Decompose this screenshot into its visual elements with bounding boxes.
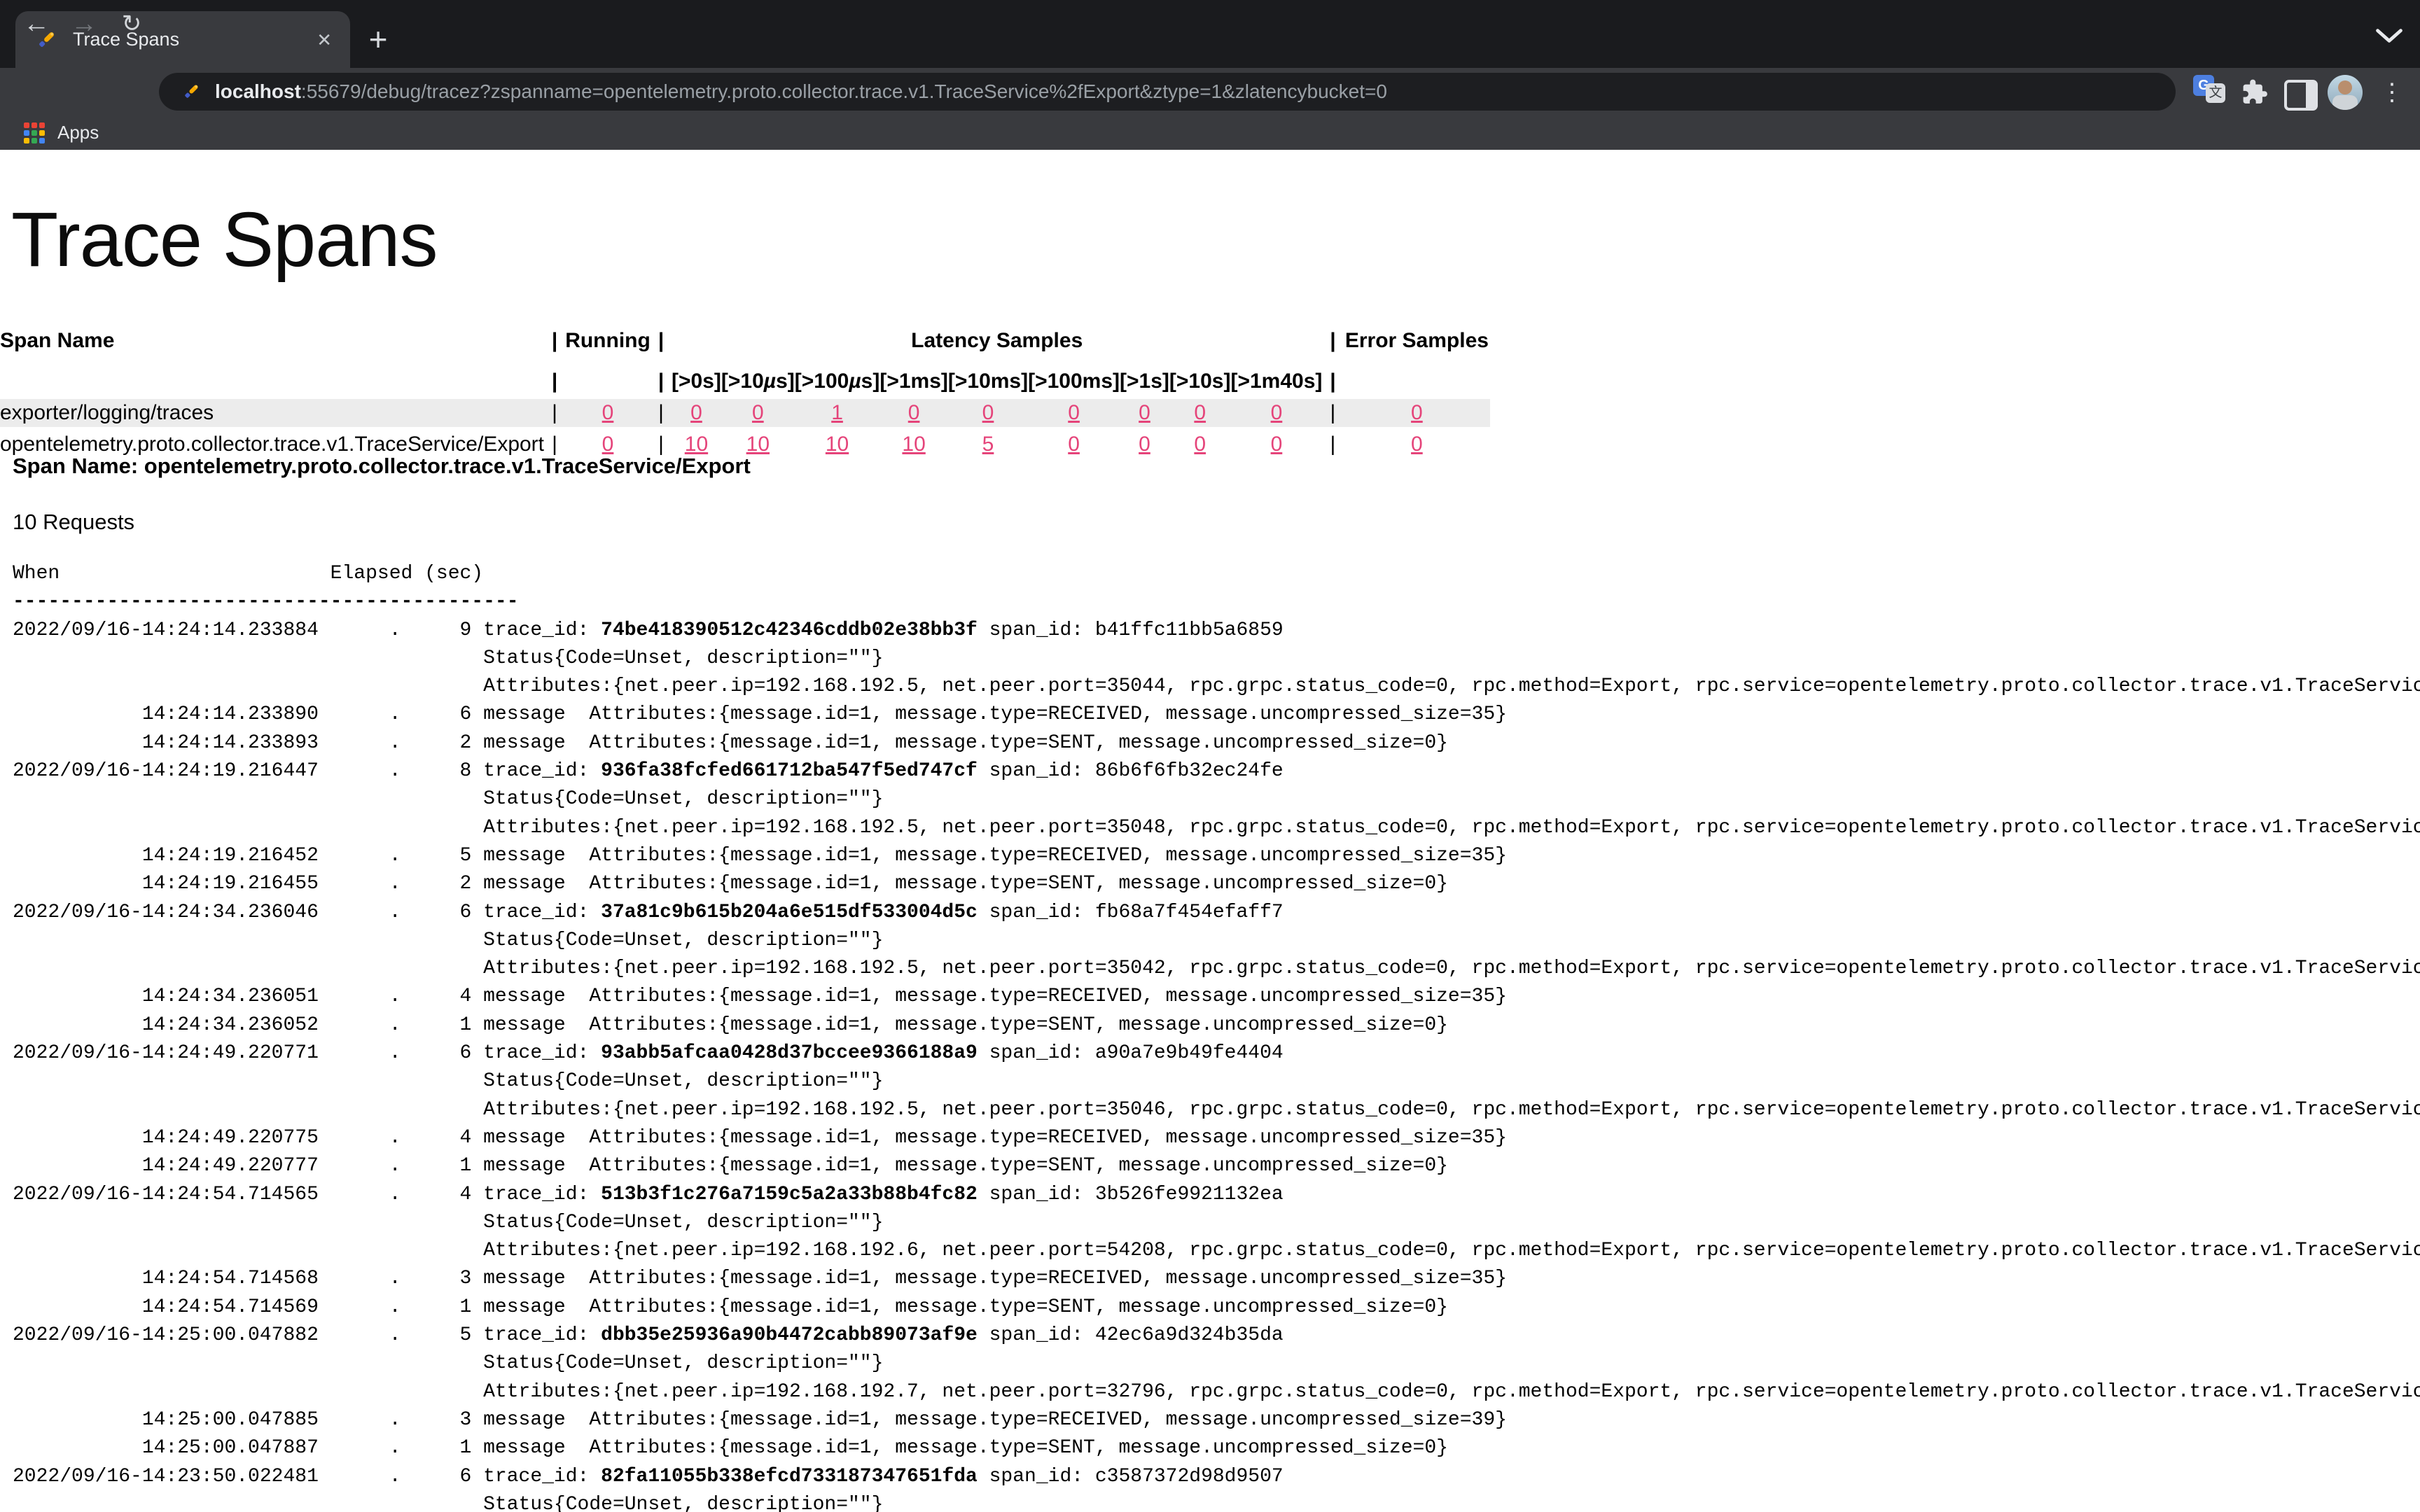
latency-bucket-label: [>1s] — [1120, 353, 1169, 399]
column-divider: | — [651, 321, 672, 353]
column-divider: | — [544, 399, 565, 427]
column-divider: | — [544, 353, 565, 399]
reload-button[interactable]: ↻ — [113, 7, 150, 41]
latency-bucket-label: [>10µs] — [721, 353, 795, 399]
latency-count-cell: 0 — [1120, 427, 1169, 462]
column-divider: | — [1322, 427, 1343, 462]
translate-icon[interactable]: G 文 — [2193, 75, 2227, 108]
translate-char-badge: 文 — [2206, 83, 2225, 103]
url-text: localhost:55679/debug/tracez?zspanname=o… — [215, 80, 1387, 103]
latency-bucket-label: [>0s] — [672, 353, 721, 399]
latency-count-link[interactable]: 10 — [902, 433, 925, 456]
column-divider: | — [651, 353, 672, 399]
latency-count-cell: 10 — [795, 427, 880, 462]
latency-count-cell: 0 — [1230, 399, 1322, 427]
latency-count-cell: 0 — [1120, 399, 1169, 427]
latency-count-cell: 0 — [1028, 399, 1120, 427]
latency-count-link[interactable]: 10 — [685, 433, 708, 456]
latency-bucket-label: [>100µs] — [795, 353, 880, 399]
tab-title: Trace Spans — [73, 29, 317, 50]
col-error-samples: Error Samples — [1343, 321, 1490, 353]
latency-count-cell: 0 — [1230, 427, 1322, 462]
col-latency-samples: Latency Samples — [672, 321, 1322, 353]
latency-count-cell: 0 — [948, 399, 1028, 427]
error-count-link[interactable]: 0 — [1411, 401, 1423, 424]
side-panel-icon[interactable] — [2284, 80, 2318, 111]
avatar-body — [2332, 95, 2358, 110]
avatar-head — [2338, 80, 2352, 94]
bookmarks-bar: Apps — [0, 115, 2420, 150]
column-divider: | — [1322, 321, 1343, 353]
error-count-link[interactable]: 0 — [1411, 433, 1423, 456]
page-title: Trace Spans — [11, 202, 438, 279]
col-running: Running — [565, 321, 651, 353]
request-log: When Elapsed (sec) ---------------------… — [13, 560, 2420, 1512]
latency-count-link[interactable]: 5 — [982, 433, 994, 456]
latency-count-cell: 0 — [721, 399, 795, 427]
apps-grid-icon[interactable] — [24, 122, 45, 144]
latency-count-link[interactable]: 0 — [908, 401, 920, 424]
latency-bucket-header-row: | | [>0s][>10µs][>100µs][>1ms][>10ms][>1… — [0, 353, 1490, 399]
column-divider: | — [1322, 399, 1343, 427]
forward-button[interactable]: → — [66, 7, 102, 41]
kebab-menu-icon[interactable]: ⋮ — [2378, 76, 2406, 109]
extensions-puzzle-icon[interactable] — [2239, 78, 2269, 107]
error-count-cell: 0 — [1343, 399, 1490, 427]
running-count-link[interactable]: 0 — [602, 401, 614, 424]
otel-site-icon — [181, 82, 201, 102]
col-span-name: Span Name — [0, 321, 544, 353]
latency-count-link[interactable]: 0 — [982, 401, 994, 424]
running-count-link[interactable]: 0 — [602, 433, 614, 456]
avatar[interactable] — [2328, 75, 2363, 110]
apps-bookmark[interactable]: Apps — [57, 122, 99, 144]
selected-span-heading: Span Name: opentelemetry.proto.collector… — [13, 454, 751, 479]
address-bar[interactable]: localhost:55679/debug/tracez?zspanname=o… — [159, 73, 2176, 111]
latency-count-link[interactable]: 1 — [831, 401, 843, 424]
side-panel-fill — [2306, 83, 2315, 108]
latency-bucket-label: [>1m40s] — [1230, 353, 1322, 399]
latency-count-cell: 0 — [1169, 399, 1231, 427]
chevron-down-icon[interactable] — [2374, 25, 2405, 46]
latency-count-link[interactable]: 0 — [1139, 433, 1150, 456]
error-count-cell: 0 — [1343, 427, 1490, 462]
latency-count-link[interactable]: 0 — [690, 401, 702, 424]
latency-count-cell: 0 — [879, 399, 948, 427]
latency-count-cell: 0 — [672, 399, 721, 427]
back-button[interactable]: ← — [18, 7, 55, 41]
span-row: exporter/logging/traces|0|001000000|0 — [0, 399, 1490, 427]
latency-bucket-label: [>1ms] — [879, 353, 948, 399]
latency-count-link[interactable]: 0 — [1194, 433, 1206, 456]
latency-count-link[interactable]: 0 — [1068, 401, 1080, 424]
latency-count-link[interactable]: 0 — [1194, 401, 1206, 424]
latency-count-link[interactable]: 0 — [1271, 433, 1283, 456]
column-divider: | — [1322, 353, 1343, 399]
latency-count-link[interactable]: 0 — [1068, 433, 1080, 456]
request-count-label: 10 Requests — [13, 510, 134, 535]
latency-count-link[interactable]: 0 — [752, 401, 764, 424]
latency-count-cell: 0 — [1028, 427, 1120, 462]
latency-bucket-label: [>100ms] — [1028, 353, 1120, 399]
table-header-row: Span Name | Running | Latency Samples | … — [0, 321, 1490, 353]
latency-bucket-label: [>10ms] — [948, 353, 1028, 399]
new-tab-button[interactable]: + — [361, 24, 395, 57]
latency-count-link[interactable]: 0 — [1271, 401, 1283, 424]
running-count-cell: 0 — [565, 399, 651, 427]
span-name-cell: exporter/logging/traces — [0, 399, 544, 427]
url-path: :55679/debug/tracez?zspanname=openteleme… — [301, 80, 1387, 102]
url-host: localhost — [215, 80, 301, 102]
latency-count-link[interactable]: 0 — [1139, 401, 1150, 424]
latency-count-cell: 10 — [879, 427, 948, 462]
browser-window: Trace Spans ✕ + ← → ↻ localhost:55679/de… — [0, 0, 2420, 1512]
latency-count-cell: 1 — [795, 399, 880, 427]
tab-close-icon[interactable]: ✕ — [317, 31, 332, 49]
latency-count-cell: 0 — [1169, 427, 1231, 462]
span-summary-table: Span Name | Running | Latency Samples | … — [0, 321, 1490, 462]
column-divider: | — [544, 321, 565, 353]
latency-count-link[interactable]: 10 — [746, 433, 770, 456]
latency-count-link[interactable]: 10 — [826, 433, 849, 456]
tab-strip: Trace Spans ✕ + — [0, 0, 2420, 68]
latency-bucket-label: [>10s] — [1169, 353, 1231, 399]
column-divider: | — [651, 399, 672, 427]
latency-count-cell: 5 — [948, 427, 1028, 462]
